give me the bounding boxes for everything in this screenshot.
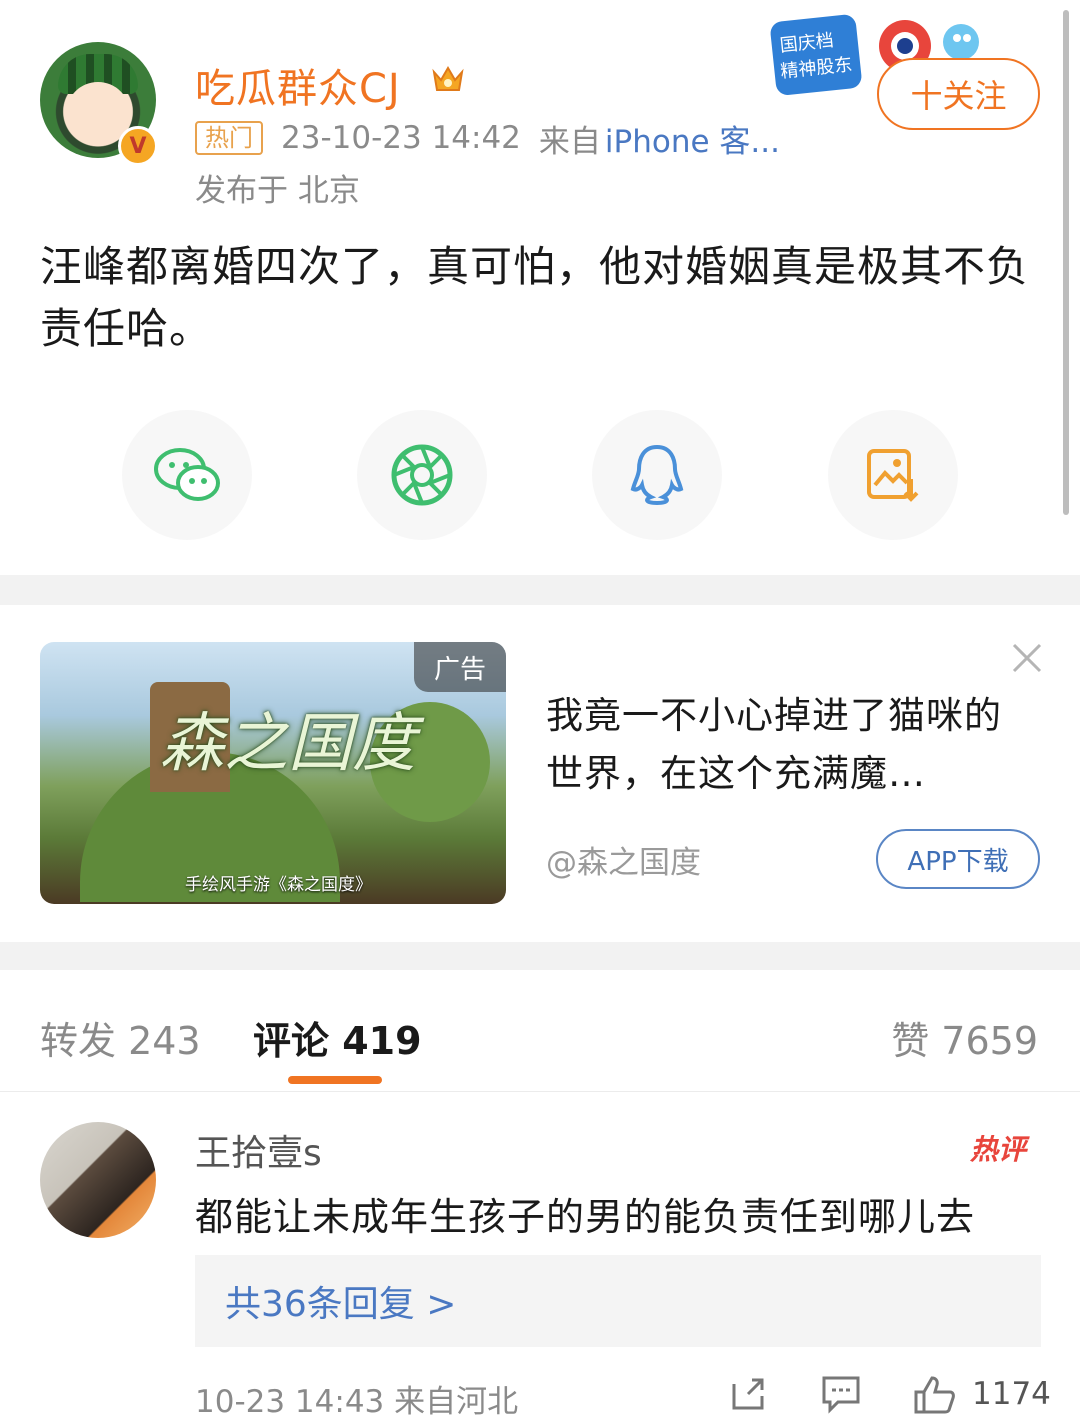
comment-text: 都能让未成年生孩子的男的能负责任到哪儿去 (195, 1195, 976, 1239)
comment-icon[interactable] (820, 1374, 862, 1414)
view-replies-button[interactable]: 共36条回复 > (195, 1255, 1041, 1347)
close-icon[interactable] (1010, 641, 1044, 675)
follow-button[interactable]: 十关注 (877, 58, 1040, 130)
weibo-post: V 吃瓜群众CJ 热门 23-10-23 14:42 来自 iPhone 客..… (0, 0, 1080, 575)
share-qq-button[interactable] (592, 410, 722, 540)
moments-icon (391, 444, 453, 506)
ad-image-caption: 手绘风手游《森之国度》 (185, 875, 372, 895)
share-moments-button[interactable] (357, 410, 487, 540)
ad-card[interactable]: 森之国度 手绘风手游《森之国度》 广告 我竟一不小心掉进了猫咪的世界，在这个充满… (0, 605, 1080, 942)
tab-comment[interactable]: 评论 419 (253, 1010, 422, 1065)
save-image-icon (867, 449, 919, 502)
section-divider (0, 942, 1080, 970)
hot-tag: 热门 (195, 121, 263, 155)
post-from-label: 来自 (538, 123, 601, 160)
share-wechat-button[interactable] (122, 410, 252, 540)
save-image-button[interactable] (828, 410, 958, 540)
comment-item: 王拾壹s 热评 都能让未成年生孩子的男的能负责任到哪儿去 共36条回复 > 10… (0, 1092, 1080, 1427)
comment-like-count: 1174 (972, 1376, 1051, 1412)
verified-badge-icon: V (118, 126, 158, 166)
comment-time: 10-23 14:43 来自河北 (195, 1384, 519, 1420)
tab-repost[interactable]: 转发 243 (40, 1010, 201, 1065)
qq-icon (630, 444, 684, 506)
tab-like[interactable]: 赞 7659 (891, 1010, 1038, 1065)
post-location: 发布于 北京 (195, 173, 360, 209)
ad-game-logo: 森之国度 (160, 707, 416, 781)
post-content: 汪峰都离婚四次了，真可怕，他对婚姻真是极其不负责任哈。 (40, 242, 1030, 353)
like-icon[interactable] (912, 1372, 956, 1416)
ad-title[interactable]: 我竟一不小心掉进了猫咪的世界，在这个充满魔… (546, 687, 1016, 803)
share-icon[interactable] (728, 1374, 768, 1414)
commenter-name[interactable]: 王拾壹s (195, 1124, 322, 1176)
ad-label: 广告 (414, 642, 506, 692)
active-tab-indicator (288, 1076, 382, 1084)
post-meta: 热门 23-10-23 14:42 来自 iPhone 客... (195, 116, 780, 161)
post-username[interactable]: 吃瓜群众CJ (195, 56, 401, 114)
commenter-avatar[interactable] (40, 1122, 156, 1238)
interaction-tabs: 转发 243 评论 419 赞 7659 (0, 970, 1080, 1092)
crown-badge-icon (432, 66, 464, 91)
post-time: 23-10-23 14:42 (281, 120, 521, 156)
wechat-icon (154, 448, 220, 501)
ad-image[interactable]: 森之国度 手绘风手游《森之国度》 广告 (40, 642, 506, 904)
scrollbar[interactable] (1063, 10, 1069, 515)
hot-comment-badge: 热评 (970, 1133, 1027, 1166)
app-download-button[interactable]: APP下载 (876, 829, 1040, 889)
post-client[interactable]: iPhone 客... (605, 116, 780, 161)
section-divider (0, 575, 1080, 605)
ad-source[interactable]: @森之国度 (546, 837, 701, 882)
